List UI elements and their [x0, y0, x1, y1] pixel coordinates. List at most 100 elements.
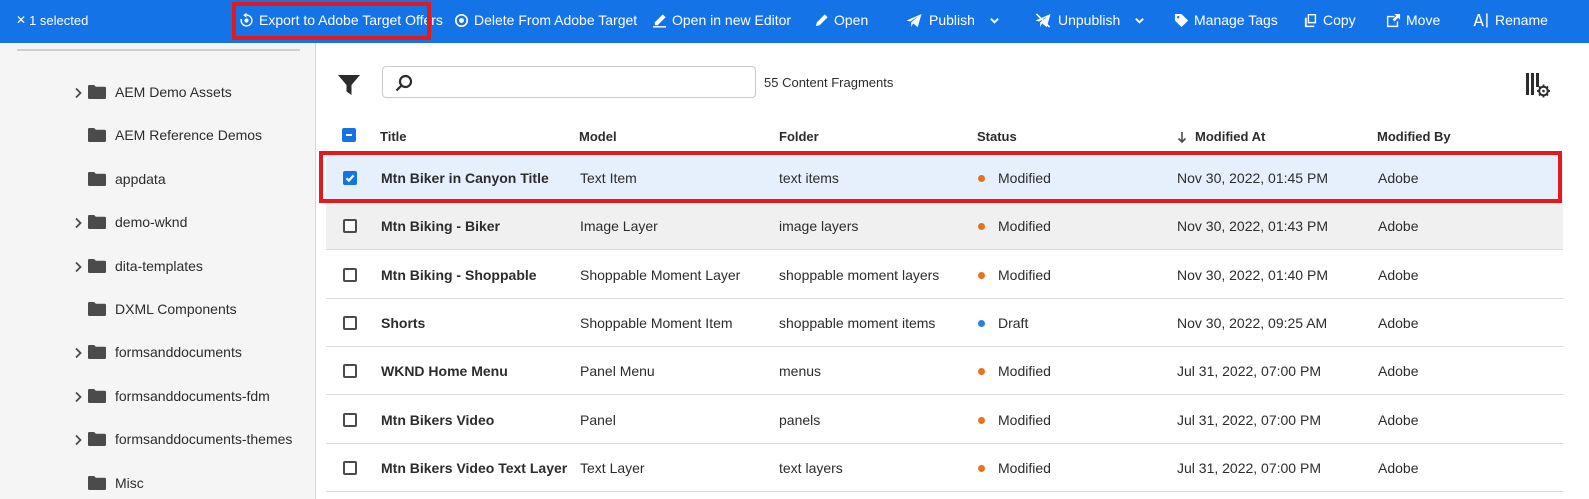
table-row[interactable]: Mtn Bikers Video Text Layer Text Layer tex…: [326, 444, 1563, 492]
folder-tree-item[interactable]: formsanddocuments-fdm: [0, 381, 316, 411]
cell-modified-at: Jul 31, 2022, 07:00 PM: [1177, 412, 1321, 428]
rename-button[interactable]: Rename: [1472, 0, 1548, 40]
cell-folder: menus: [779, 363, 822, 379]
cell-status: Modified: [998, 412, 1051, 428]
row-checkbox[interactable]: [343, 461, 357, 475]
cell-modified-at: Jul 31, 2022, 07:00 PM: [1177, 363, 1321, 379]
folder-icon: [88, 258, 106, 273]
folder-tree-item-label: AEM Reference Demos: [115, 127, 263, 143]
chevron-right-icon[interactable]: [73, 86, 83, 99]
move-button[interactable]: Move: [1385, 0, 1440, 40]
status-dot-icon: [978, 223, 985, 230]
table-row[interactable]: Mtn Biking - Shoppable Shoppable Moment L…: [326, 251, 1563, 299]
chevron-right-icon[interactable]: [73, 433, 83, 446]
folder-tree-item[interactable]: dita-templates: [0, 251, 316, 281]
table-row[interactable]: Mtn Biker in Canyon Title Text Item text i…: [326, 154, 1563, 202]
cell-model: Shoppable Moment Item: [580, 315, 733, 331]
chevron-down-icon[interactable]: [989, 15, 1000, 26]
folder-tree-item[interactable]: appdata: [0, 164, 316, 194]
status-dot-icon: [978, 465, 985, 472]
folder-tree-item[interactable]: AEM Reference Demos: [0, 120, 316, 150]
sort-descending-icon[interactable]: [1177, 130, 1187, 144]
select-all-checkbox[interactable]: [342, 128, 356, 142]
cell-status: Modified: [998, 267, 1051, 283]
folder-tree-item[interactable]: formsanddocuments: [0, 337, 316, 367]
table-row[interactable]: Shorts Shoppable Moment Item shoppable mom…: [326, 299, 1563, 347]
cell-folder: text layers: [779, 460, 843, 476]
table-row[interactable]: WKND Home Menu Panel Menu menus Modified Jul…: [326, 347, 1563, 395]
cell-folder: shoppable moment layers: [779, 267, 940, 283]
delete-from-target-button[interactable]: Delete From Adobe Target: [453, 0, 637, 40]
cell-modified-at: Nov 30, 2022, 09:25 AM: [1177, 315, 1328, 331]
row-checkbox[interactable]: [343, 413, 357, 427]
open-button[interactable]: Open: [813, 0, 868, 40]
open-in-new-editor-button[interactable]: Open in new Editor: [651, 0, 791, 40]
folder-tree-item-label: formsanddocuments-fdm: [115, 388, 270, 404]
folder-icon: [88, 214, 106, 229]
cell-title[interactable]: Mtn Bikers Video Text Layer: [381, 460, 567, 476]
column-header-modified-by[interactable]: Modified By: [1377, 129, 1451, 144]
row-checkbox[interactable]: [343, 171, 357, 185]
export-highlight-box: [232, 2, 431, 40]
folder-icon: [88, 475, 106, 490]
cell-title[interactable]: WKND Home Menu: [381, 363, 508, 379]
cell-title[interactable]: Mtn Biker in Canyon Title: [381, 170, 549, 186]
status-dot-icon: [978, 417, 985, 424]
chevron-down-icon[interactable]: [1134, 15, 1145, 26]
folder-tree-item[interactable]: formsanddocuments-themes: [0, 424, 316, 454]
cell-title[interactable]: Shorts: [381, 315, 425, 331]
row-checkbox[interactable]: [343, 219, 357, 233]
cell-modified-by: Adobe: [1378, 218, 1419, 234]
unpublish-button[interactable]: Unpublish: [1033, 0, 1145, 40]
folder-icon: [88, 171, 106, 186]
cell-status: Modified: [998, 460, 1051, 476]
cell-title[interactable]: Mtn Bikers Video: [381, 412, 494, 428]
folder-tree-item[interactable]: DXML Components: [0, 294, 316, 324]
folder-tree-item-label: formsanddocuments-themes: [115, 431, 293, 447]
cell-modified-by: Adobe: [1378, 363, 1419, 379]
column-header-model[interactable]: Model: [579, 129, 617, 144]
close-selection-icon[interactable]: ✕: [16, 13, 26, 27]
row-checkbox[interactable]: [343, 268, 357, 282]
cell-title[interactable]: Mtn Biking - Biker: [381, 218, 500, 234]
filter-icon[interactable]: [337, 73, 361, 97]
selection-count[interactable]: ✕ 1 selected: [16, 0, 88, 40]
folder-tree-item[interactable]: demo-wknd: [0, 207, 316, 237]
column-header-modified-at[interactable]: Modified At: [1195, 129, 1265, 144]
edit-icon: [651, 12, 667, 28]
folder-tree-item[interactable]: AEM Demo Assets: [0, 77, 316, 107]
cell-folder: shoppable moment items: [779, 315, 936, 331]
copy-button[interactable]: Copy: [1302, 0, 1356, 40]
cell-modified-by: Adobe: [1378, 460, 1419, 476]
chevron-right-icon[interactable]: [73, 346, 83, 359]
table-row[interactable]: Mtn Biking - Biker Image Layer image layer…: [326, 202, 1563, 250]
cell-title[interactable]: Mtn Biking - Shoppable: [381, 267, 537, 283]
status-dot-icon: [978, 272, 985, 279]
chevron-right-icon[interactable]: [73, 260, 83, 273]
row-checkbox[interactable]: [343, 316, 357, 330]
search-input[interactable]: [382, 66, 756, 98]
tag-icon: [1173, 12, 1189, 28]
cell-model: Text Item: [580, 170, 637, 186]
column-header-folder[interactable]: Folder: [779, 129, 819, 144]
folder-tree-item-label: appdata: [115, 171, 166, 187]
cell-status: Modified: [998, 218, 1051, 234]
cell-folder: image layers: [779, 218, 859, 234]
cell-model: Panel Menu: [580, 363, 655, 379]
folder-tree-item-label: demo-wknd: [115, 214, 188, 230]
publish-label: Publish: [929, 12, 975, 28]
publish-button[interactable]: Publish: [904, 0, 1000, 40]
chevron-right-icon[interactable]: [73, 216, 83, 229]
row-checkbox[interactable]: [343, 364, 357, 378]
folder-tree-item-label: DXML Components: [115, 301, 237, 317]
cell-model: Text Layer: [580, 460, 645, 476]
chevron-right-icon[interactable]: [73, 390, 83, 403]
manage-tags-button[interactable]: Manage Tags: [1173, 0, 1278, 40]
table-row[interactable]: Mtn Bikers Video Panel panels Modified Jul 3…: [326, 396, 1563, 444]
cell-model: Panel: [580, 412, 616, 428]
view-settings-icon[interactable]: [1525, 72, 1551, 98]
column-header-title[interactable]: Title: [380, 129, 407, 144]
cell-modified-by: Adobe: [1378, 315, 1419, 331]
column-header-status[interactable]: Status: [977, 129, 1017, 144]
folder-tree-item[interactable]: Misc: [0, 468, 316, 498]
